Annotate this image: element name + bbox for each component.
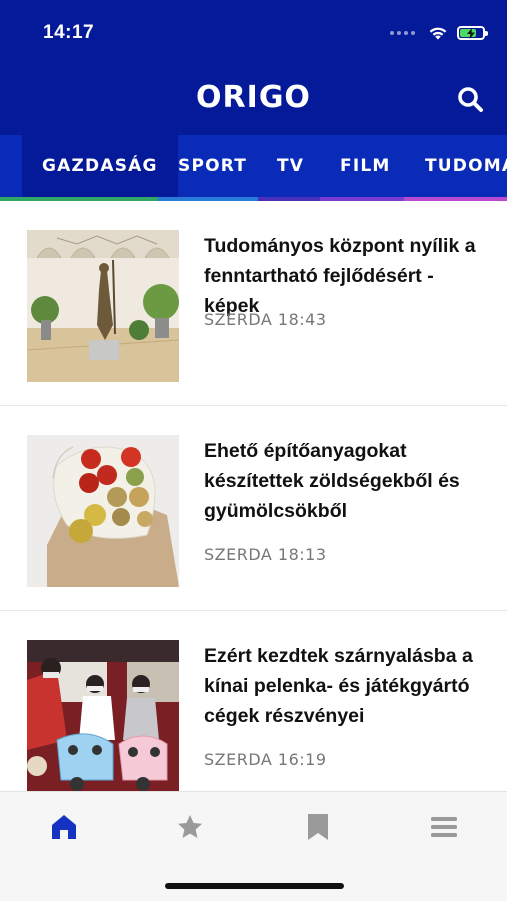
menu-icon[interactable] <box>429 812 459 842</box>
star-icon[interactable] <box>175 812 205 842</box>
tab-sport[interactable]: SPORT <box>178 135 247 197</box>
tab-tudomany[interactable]: TUDOMÁNY <box>425 135 507 197</box>
article-title[interactable]: Ezért kezdtek szárnyalásba a kínai pelen… <box>204 641 489 731</box>
home-icon[interactable] <box>49 812 79 842</box>
wifi-icon <box>429 27 447 40</box>
home-indicator[interactable] <box>165 883 344 889</box>
tab-tv[interactable]: TV <box>277 135 304 197</box>
article-title[interactable]: Tudományos központ nyílik a fenntartható… <box>204 231 489 321</box>
category-tabs: GAZDASÁG SPORT TV FILM TUDOMÁNY <box>0 135 507 201</box>
article-thumbnail[interactable] <box>27 435 179 587</box>
cellular-signal-icon <box>390 31 415 35</box>
status-icons <box>390 22 488 44</box>
article-list: Tudományos központ nyílik a fenntartható… <box>0 201 507 791</box>
tab-film[interactable]: FILM <box>340 135 391 197</box>
article-title[interactable]: Ehető építőanyagokat készítettek zöldség… <box>204 436 489 526</box>
article-time: SZERDA 18:13 <box>204 545 327 564</box>
status-time: 14:17 <box>43 22 95 43</box>
article-thumbnail[interactable] <box>27 230 179 382</box>
list-item[interactable]: Tudományos központ nyílik a fenntartható… <box>0 201 507 406</box>
app-header: 14:17 ORIGO <box>0 0 507 135</box>
article-time: SZERDA 18:43 <box>204 310 327 329</box>
tab-gazdasag[interactable]: GAZDASÁG <box>22 135 178 197</box>
list-item[interactable]: Ezért kezdtek szárnyalásba a kínai pelen… <box>0 611 507 791</box>
battery-charging-icon <box>457 26 488 40</box>
article-time: SZERDA 16:19 <box>204 750 327 769</box>
list-item[interactable]: Ehető építőanyagokat készítettek zöldség… <box>0 406 507 611</box>
search-icon[interactable] <box>455 84 487 116</box>
article-thumbnail[interactable] <box>27 640 179 791</box>
bookmark-icon[interactable] <box>303 812 333 842</box>
origo-logo[interactable]: ORIGO <box>0 80 507 115</box>
